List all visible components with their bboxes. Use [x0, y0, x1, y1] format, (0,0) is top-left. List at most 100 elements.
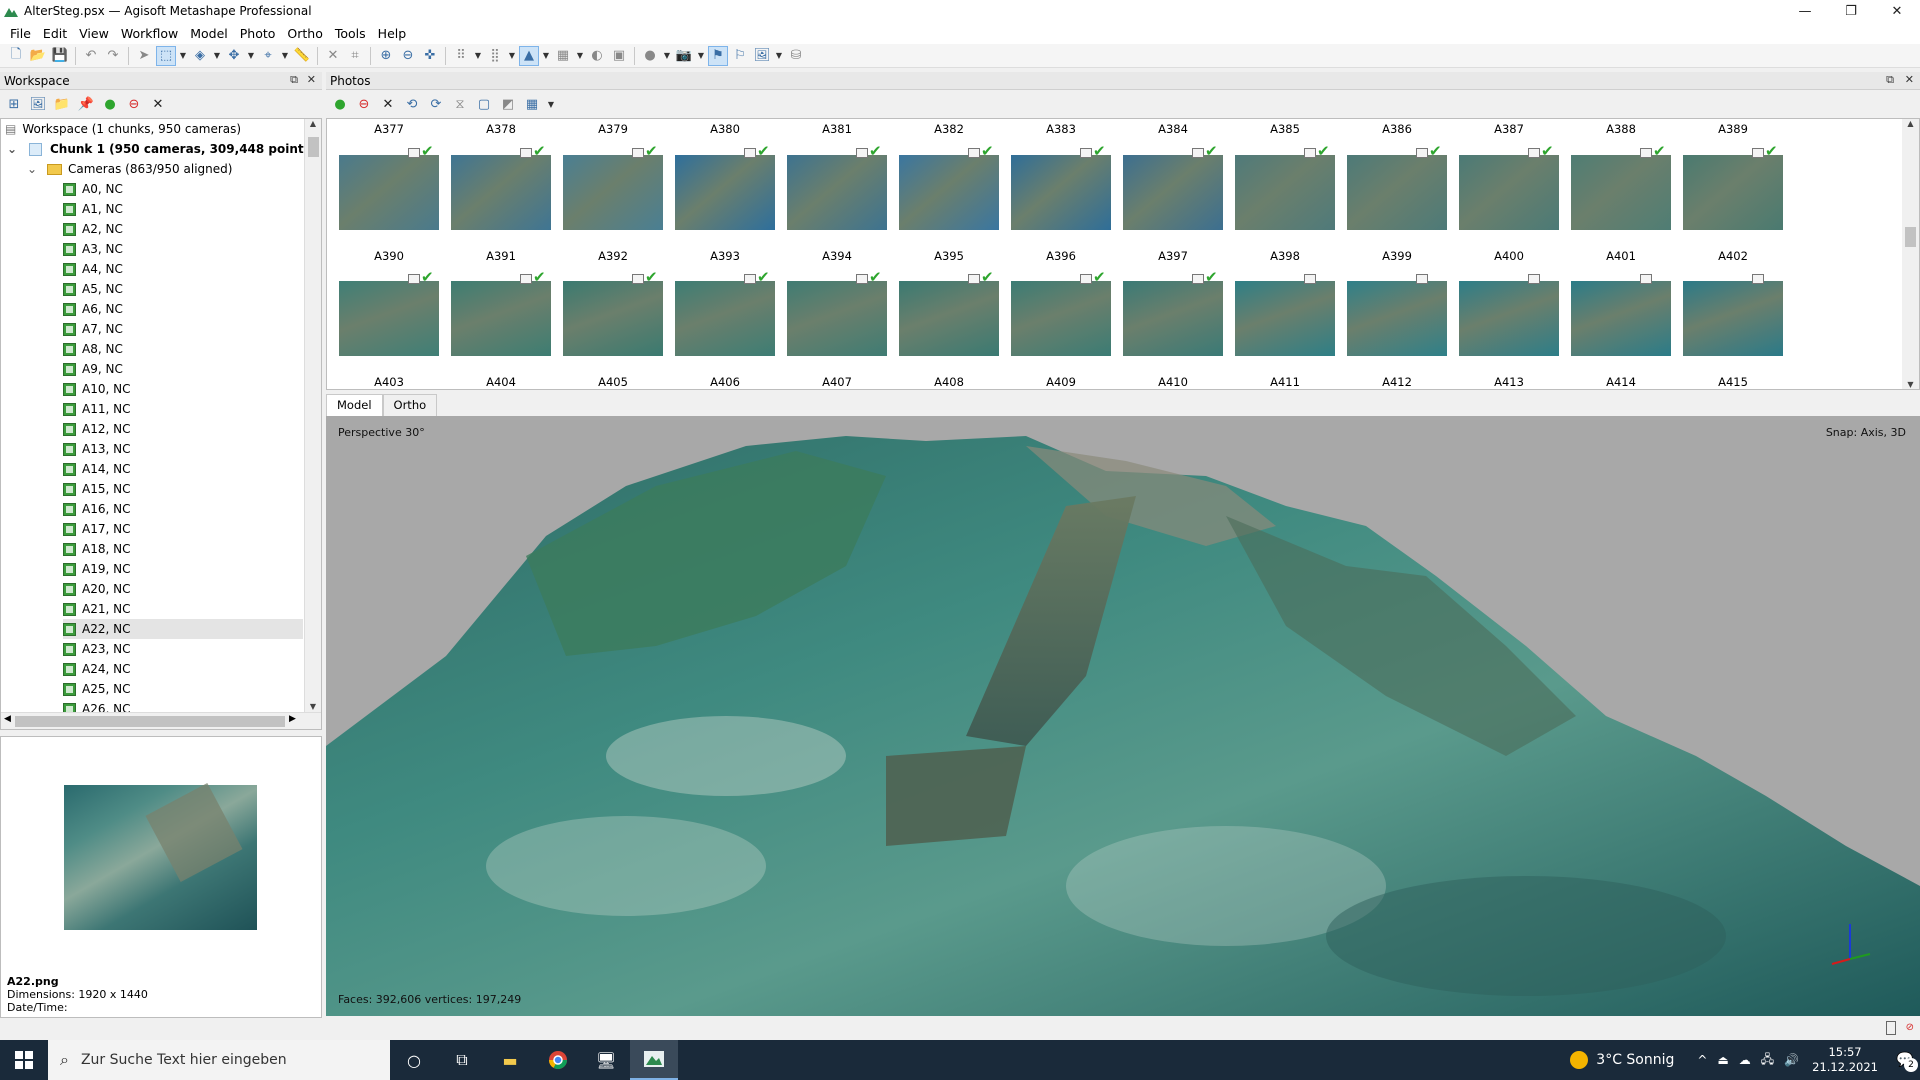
chevron-down-icon[interactable]: ▼: [473, 46, 483, 66]
undo-icon[interactable]: ↶: [81, 46, 101, 66]
tree-root[interactable]: ▤ Workspace (1 chunks, 950 cameras): [5, 119, 241, 139]
photo-thumbnail[interactable]: [1235, 274, 1335, 356]
reset-view-icon[interactable]: ✜: [420, 46, 440, 66]
chevron-down-icon[interactable]: ⌄: [7, 142, 21, 156]
photo-thumbnail[interactable]: ✔: [563, 144, 663, 230]
new-file-icon[interactable]: 🗋: [6, 46, 26, 66]
dem-icon[interactable]: ◐: [587, 46, 607, 66]
chevron-down-icon[interactable]: ▼: [774, 46, 784, 66]
tree-vertical-scrollbar[interactable]: ▲ ▼: [304, 119, 321, 729]
menu-photo[interactable]: Photo: [234, 26, 282, 41]
photo-thumbnail[interactable]: ✔: [675, 144, 775, 230]
photo-thumbnail[interactable]: ✔: [1123, 144, 1223, 230]
point-cloud-icon[interactable]: ⠿: [451, 46, 471, 66]
scroll-thumb[interactable]: [308, 137, 319, 157]
show-shapes-icon[interactable]: ⚐: [730, 46, 750, 66]
add-photos-icon[interactable]: 🖼: [28, 94, 48, 114]
menu-help[interactable]: Help: [372, 26, 413, 41]
save-icon[interactable]: 💾: [50, 46, 70, 66]
console-icon[interactable]: [1886, 1021, 1896, 1035]
task-view-icon[interactable]: ⧉: [438, 1040, 486, 1080]
camera-item[interactable]: A12, NC: [63, 419, 303, 439]
tiled-model-icon[interactable]: ▦: [553, 46, 573, 66]
float-panel-icon[interactable]: ⧉: [1886, 73, 1894, 87]
navigation-pointer-icon[interactable]: ➤: [134, 46, 154, 66]
chevron-down-icon[interactable]: ▼: [246, 46, 256, 66]
camera-item[interactable]: A16, NC: [63, 499, 303, 519]
camera-item[interactable]: A13, NC: [63, 439, 303, 459]
disable-icon[interactable]: ⊖: [124, 94, 144, 114]
rotate-left-icon[interactable]: ⟲: [402, 94, 422, 114]
scroll-right-icon[interactable]: ▶: [289, 714, 296, 724]
camera-item[interactable]: A5, NC: [63, 279, 303, 299]
camera-item[interactable]: A0, NC: [63, 179, 303, 199]
close-window-button[interactable]: ✕: [1874, 0, 1920, 22]
workspace-tree[interactable]: ▤ Workspace (1 chunks, 950 cameras) ⌄ Ch…: [0, 118, 322, 730]
move-object-icon[interactable]: ✥: [224, 46, 244, 66]
float-panel-icon[interactable]: ⧉: [290, 73, 298, 87]
remove-cameras-icon[interactable]: ✕: [378, 94, 398, 114]
scroll-up-icon[interactable]: ▲: [305, 119, 321, 128]
filter-icon[interactable]: ⧖: [450, 94, 470, 114]
camera-item[interactable]: A7, NC: [63, 319, 303, 339]
photo-thumbnail[interactable]: ✔: [787, 144, 887, 230]
chevron-down-icon[interactable]: ⌄: [27, 162, 41, 176]
photo-thumbnail[interactable]: ✔: [451, 270, 551, 356]
warning-icon[interactable]: ⊘: [1906, 1022, 1914, 1033]
tree-horizontal-scrollbar[interactable]: ◀ ▶: [1, 712, 321, 729]
delete-selection-icon[interactable]: ✕: [323, 46, 343, 66]
region-icon[interactable]: ⛁: [786, 46, 806, 66]
add-folder-icon[interactable]: 📁: [52, 94, 72, 114]
model-selection-icon[interactable]: ◈: [190, 46, 210, 66]
camera-item[interactable]: A25, NC: [63, 679, 303, 699]
scroll-down-icon[interactable]: ▼: [305, 702, 321, 711]
taskbar-search[interactable]: ⌕ Zur Suche Text hier eingeben: [48, 1040, 390, 1080]
camera-item[interactable]: A2, NC: [63, 219, 303, 239]
rotate-right-icon[interactable]: ⟳: [426, 94, 446, 114]
file-explorer-icon[interactable]: ▬: [486, 1040, 534, 1080]
dense-cloud-icon[interactable]: ⣿: [485, 46, 505, 66]
camera-item[interactable]: A6, NC: [63, 299, 303, 319]
tab-ortho[interactable]: Ortho: [382, 394, 438, 416]
tree-cameras-folder[interactable]: ⌄ Cameras (863/950 aligned): [27, 159, 232, 179]
chevron-down-icon[interactable]: ▼: [662, 46, 672, 66]
camera-item[interactable]: A9, NC: [63, 359, 303, 379]
menu-model[interactable]: Model: [184, 26, 234, 41]
photo-thumbnail[interactable]: ✔: [899, 144, 999, 230]
enable-icon[interactable]: ●: [100, 94, 120, 114]
remote-app-icon[interactable]: 🖥: [582, 1040, 630, 1080]
model-textured-icon[interactable]: ▲: [519, 45, 539, 66]
camera-item[interactable]: A22, NC: [63, 619, 303, 639]
mask-icon[interactable]: ◩: [498, 94, 518, 114]
disable-cameras-icon[interactable]: ⊖: [354, 94, 374, 114]
reset-filter-icon[interactable]: ▢: [474, 94, 494, 114]
usb-icon[interactable]: ⏏: [1717, 1053, 1728, 1067]
chevron-up-icon[interactable]: ^: [1697, 1053, 1707, 1067]
chevron-down-icon[interactable]: ▼: [696, 46, 706, 66]
photo-thumbnail[interactable]: ✔: [1683, 144, 1783, 230]
show-markers-icon[interactable]: ⚑: [708, 45, 728, 66]
show-images-icon[interactable]: 🖼: [752, 46, 772, 66]
photo-thumbnail[interactable]: ✔: [787, 270, 887, 356]
redo-icon[interactable]: ↷: [103, 46, 123, 66]
photo-thumbnail[interactable]: ✔: [1347, 144, 1447, 230]
chevron-down-icon[interactable]: ▼: [178, 46, 188, 66]
scroll-up-icon[interactable]: ▲: [1902, 119, 1919, 128]
chevron-down-icon[interactable]: ▼: [280, 46, 290, 66]
zoom-out-icon[interactable]: ⊖: [398, 46, 418, 66]
rectangle-selection-icon[interactable]: ⬚: [156, 45, 176, 66]
crop-selection-icon[interactable]: ⌗: [345, 46, 365, 66]
windows-start-button[interactable]: [0, 1040, 48, 1080]
photos-vertical-scrollbar[interactable]: ▲ ▼: [1902, 119, 1919, 389]
orthomosaic-icon[interactable]: ▣: [609, 46, 629, 66]
camera-item[interactable]: A18, NC: [63, 539, 303, 559]
camera-item[interactable]: A21, NC: [63, 599, 303, 619]
photos-grid[interactable]: A377 A378 A379 A380 A381 A382 A383 A384 A385 A386…: [326, 118, 1920, 390]
restore-button[interactable]: ❐: [1828, 0, 1874, 22]
photo-thumbnail[interactable]: ✔: [1011, 270, 1111, 356]
open-file-icon[interactable]: 📂: [28, 46, 48, 66]
photo-thumbnail[interactable]: [1347, 274, 1447, 356]
camera-item[interactable]: A19, NC: [63, 559, 303, 579]
photo-thumbnail[interactable]: ✔: [451, 144, 551, 230]
photo-thumbnail[interactable]: ✔: [1011, 144, 1111, 230]
